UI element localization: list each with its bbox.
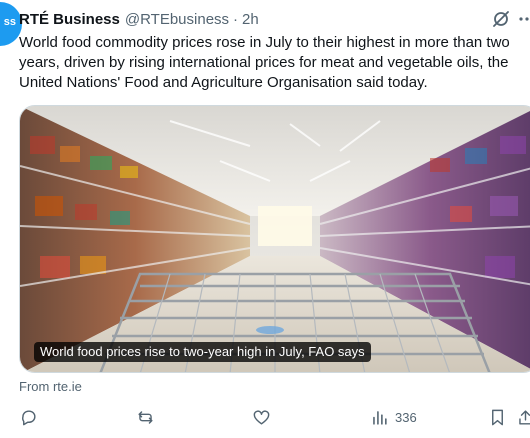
views-button[interactable]: 336 (370, 408, 417, 427)
display-name[interactable]: RTÉ Business (19, 11, 120, 28)
avatar-logo-text: ss (3, 16, 16, 28)
tweet-actions: 336 (0, 404, 530, 434)
share-button[interactable] (516, 408, 530, 427)
bookmark-icon (492, 409, 503, 426)
link-card-media[interactable]: World food prices rise to two-year high … (19, 105, 530, 373)
share-icon (519, 410, 530, 425)
grok-icon[interactable] (491, 9, 511, 29)
retweet-icon (138, 411, 153, 424)
tweet-header: RTÉ Business @RTEbusiness · 2h (19, 8, 259, 30)
link-source[interactable]: From rte.ie (19, 379, 82, 394)
supermarket-aisle-image (20, 106, 530, 372)
media-caption: World food prices rise to two-year high … (34, 342, 371, 362)
user-handle[interactable]: @RTEbusiness (125, 11, 229, 28)
bar-chart-icon (373, 411, 387, 425)
timestamp[interactable]: 2h (242, 11, 259, 28)
separator-dot: · (233, 10, 239, 28)
views-count: 336 (395, 410, 417, 425)
heart-icon (253, 410, 270, 425)
more-icon[interactable] (517, 9, 530, 29)
like-button[interactable] (252, 408, 271, 427)
reply-button[interactable] (19, 408, 38, 427)
bookmark-button[interactable] (488, 408, 507, 427)
reply-icon (22, 410, 36, 426)
retweet-button[interactable] (136, 408, 155, 427)
tweet-text: World food commodity prices rose in July… (19, 34, 510, 91)
